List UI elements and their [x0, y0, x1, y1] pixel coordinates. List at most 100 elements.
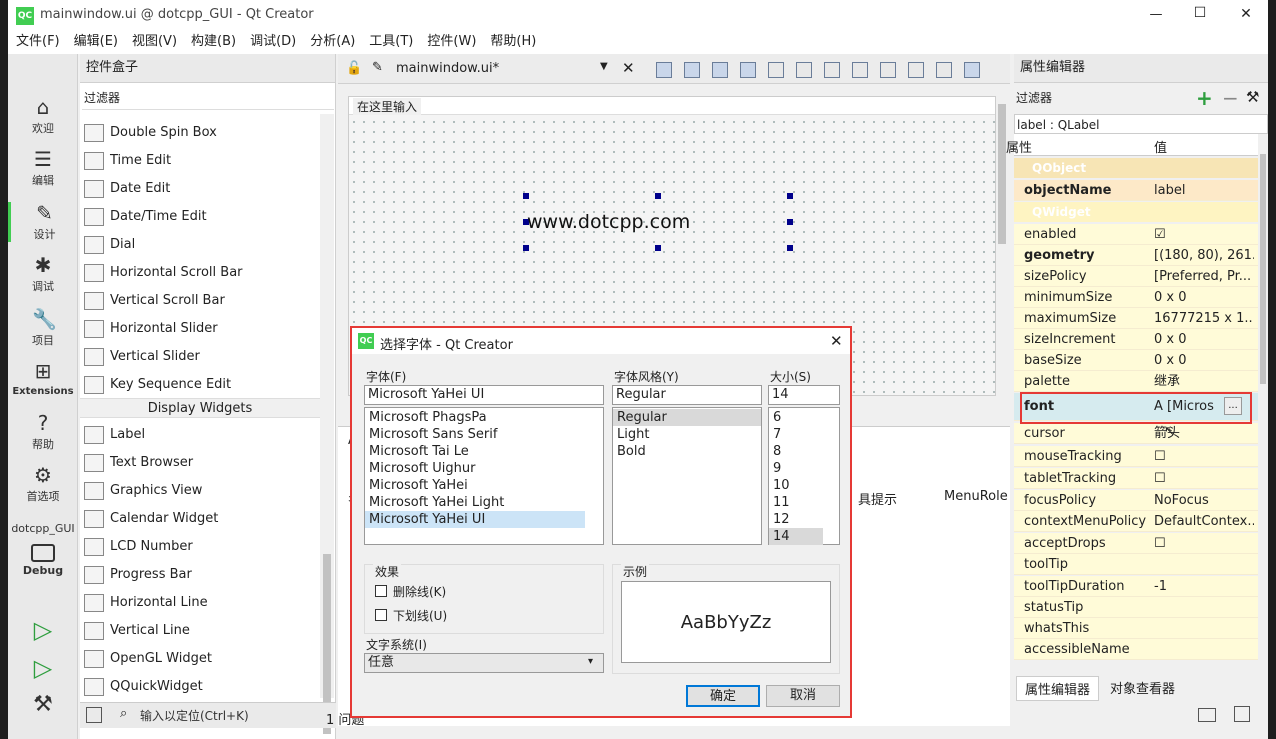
- configure-icon[interactable]: ⚒: [1246, 88, 1259, 106]
- font-size-option[interactable]: 12: [769, 511, 823, 528]
- layout-form-icon[interactable]: [880, 62, 896, 78]
- widget-item[interactable]: Vertical Scroll Bar: [84, 288, 225, 314]
- selection-handle[interactable]: [787, 245, 793, 251]
- debug-run-icon[interactable]: ▷: [8, 654, 78, 682]
- property-vscrollbar[interactable]: [1258, 134, 1268, 654]
- remove-property-icon[interactable]: −: [1222, 86, 1239, 110]
- font-family-option[interactable]: Microsoft YaHei Light: [365, 494, 585, 511]
- mode-extensions[interactable]: ⊞ Extensions: [8, 360, 78, 397]
- menu-tools[interactable]: 工具(T): [369, 32, 413, 52]
- property-value[interactable]: ☐: [1154, 446, 1254, 467]
- property-row-objectName[interactable]: objectName label: [1014, 180, 1258, 201]
- strikeout-checkbox[interactable]: [375, 585, 387, 597]
- file-dropdown-icon[interactable]: ▼: [600, 61, 608, 72]
- widget-item[interactable]: Vertical Slider: [84, 344, 200, 370]
- edit-tab-order-icon[interactable]: [740, 62, 756, 78]
- widget-item[interactable]: Calendar Widget: [84, 506, 218, 532]
- menu-view[interactable]: 视图(V): [132, 32, 177, 52]
- tab-object-inspector[interactable]: 对象查看器: [1102, 676, 1183, 699]
- property-value[interactable]: -1: [1154, 576, 1254, 597]
- property-row-baseSize[interactable]: baseSize 0 x 0: [1014, 350, 1258, 371]
- menu-help[interactable]: 帮助(H): [490, 32, 536, 52]
- font-style-option[interactable]: Light: [613, 426, 761, 443]
- font-size-list[interactable]: 6 7 8 9 10 11 12 14: [768, 407, 840, 545]
- bottom-panel-icon[interactable]: [1198, 708, 1216, 722]
- font-size-option[interactable]: 11: [769, 494, 823, 511]
- file-name[interactable]: mainwindow.ui*: [396, 61, 499, 76]
- property-value[interactable]: label: [1154, 180, 1254, 201]
- property-value[interactable]: 16777215 x 1...: [1154, 308, 1254, 329]
- build-hammer-icon[interactable]: ⚒: [8, 692, 78, 717]
- underline-label[interactable]: 下划线(U): [393, 607, 447, 624]
- property-value[interactable]: 0 x 0: [1154, 329, 1254, 350]
- property-filter-input[interactable]: 过滤器: [1014, 86, 1154, 110]
- widget-item[interactable]: Progress Bar: [84, 562, 192, 588]
- label-widget[interactable]: www.dotcpp.com: [527, 211, 690, 233]
- tab-property-editor[interactable]: 属性编辑器: [1016, 676, 1100, 701]
- property-row-enabled[interactable]: enabled ☑: [1014, 224, 1258, 245]
- maximize-button[interactable]: ☐: [1190, 5, 1210, 21]
- mode-edit[interactable]: ☰ 编辑: [8, 148, 78, 188]
- mode-debug[interactable]: ✱ 调试: [8, 254, 78, 294]
- mode-welcome[interactable]: ⌂ 欢迎: [8, 96, 78, 136]
- font-size-option[interactable]: 7: [769, 426, 823, 443]
- layout-grid-icon[interactable]: [908, 62, 924, 78]
- dialog-close-button[interactable]: ✕: [830, 332, 843, 350]
- break-layout-icon[interactable]: [936, 62, 952, 78]
- property-row-acceptDrops[interactable]: acceptDrops ☐: [1014, 533, 1258, 554]
- mode-preferences[interactable]: ⚙ 首选项: [8, 464, 78, 504]
- widget-item[interactable]: QQuickWidget: [84, 674, 203, 700]
- widget-item[interactable]: Date/Time Edit: [84, 204, 207, 230]
- property-row-cursor[interactable]: cursor 箭头: [1014, 423, 1258, 444]
- property-row-whatsThis[interactable]: whatsThis: [1014, 618, 1258, 639]
- adjust-size-icon[interactable]: [964, 62, 980, 78]
- property-value[interactable]: ☐: [1154, 533, 1254, 554]
- widget-item[interactable]: Label: [84, 422, 145, 448]
- property-row-geometry[interactable]: geometry [(180, 80), 261...: [1014, 245, 1258, 266]
- menu-file[interactable]: 文件(F): [16, 32, 60, 52]
- layout-horizontal-icon[interactable]: [768, 62, 784, 78]
- font-style-input[interactable]: Regular: [612, 385, 762, 405]
- property-row-mouseTracking[interactable]: mouseTracking ☐: [1014, 446, 1258, 467]
- property-row-toolTip[interactable]: toolTip: [1014, 554, 1258, 575]
- mode-help[interactable]: ? 帮助: [8, 412, 78, 452]
- menu-type-here[interactable]: 在这里输入: [353, 98, 422, 115]
- widget-item[interactable]: Date Edit: [84, 176, 170, 202]
- add-property-icon[interactable]: +: [1196, 86, 1213, 110]
- underline-checkbox[interactable]: [375, 609, 387, 621]
- property-hscrollbar[interactable]: [1014, 660, 1268, 672]
- widget-filter-input[interactable]: 过滤器: [82, 86, 334, 110]
- widget-item[interactable]: Time Edit: [84, 148, 171, 174]
- property-row-tabletTracking[interactable]: tabletTracking ☐: [1014, 468, 1258, 489]
- mode-projects[interactable]: 🔧 项目: [8, 308, 78, 348]
- mode-design[interactable]: ✎ 设计: [8, 202, 78, 242]
- font-family-option[interactable]: Microsoft Uighur: [365, 460, 585, 477]
- font-family-option[interactable]: Microsoft PhagsPa: [365, 409, 585, 426]
- property-row-sizeIncrement[interactable]: sizeIncrement 0 x 0: [1014, 329, 1258, 350]
- widget-item[interactable]: Horizontal Line: [84, 590, 208, 616]
- property-row-palette[interactable]: palette 继承: [1014, 371, 1258, 392]
- font-family-input[interactable]: Microsoft YaHei UI: [364, 385, 604, 405]
- widget-item[interactable]: Dial: [84, 232, 135, 258]
- widget-item[interactable]: OpenGL Widget: [84, 646, 212, 672]
- font-size-option[interactable]: 6: [769, 409, 823, 426]
- font-family-option[interactable]: Microsoft YaHei UI: [365, 511, 585, 528]
- property-value[interactable]: ☑: [1154, 224, 1254, 245]
- property-value[interactable]: NoFocus: [1154, 490, 1254, 511]
- font-size-input[interactable]: 14: [768, 385, 840, 405]
- display-widgets-section[interactable]: Display Widgets: [80, 398, 320, 418]
- widget-item[interactable]: Horizontal Scroll Bar: [84, 260, 243, 286]
- selection-handle[interactable]: [523, 245, 529, 251]
- property-value[interactable]: [Preferred, Pr...: [1154, 266, 1254, 287]
- close-button[interactable]: ✕: [1236, 6, 1256, 22]
- cancel-button[interactable]: 取消: [766, 685, 840, 707]
- font-size-option[interactable]: 9: [769, 460, 823, 477]
- ok-button[interactable]: 确定: [686, 685, 760, 707]
- property-row-statusTip[interactable]: statusTip: [1014, 597, 1258, 618]
- property-value[interactable]: 0 x 0: [1154, 287, 1254, 308]
- splitter-vertical-icon[interactable]: [852, 62, 868, 78]
- splitter-horizontal-icon[interactable]: [824, 62, 840, 78]
- selection-handle[interactable]: [655, 245, 661, 251]
- widget-item[interactable]: Vertical Line: [84, 618, 190, 644]
- selection-handle[interactable]: [787, 193, 793, 199]
